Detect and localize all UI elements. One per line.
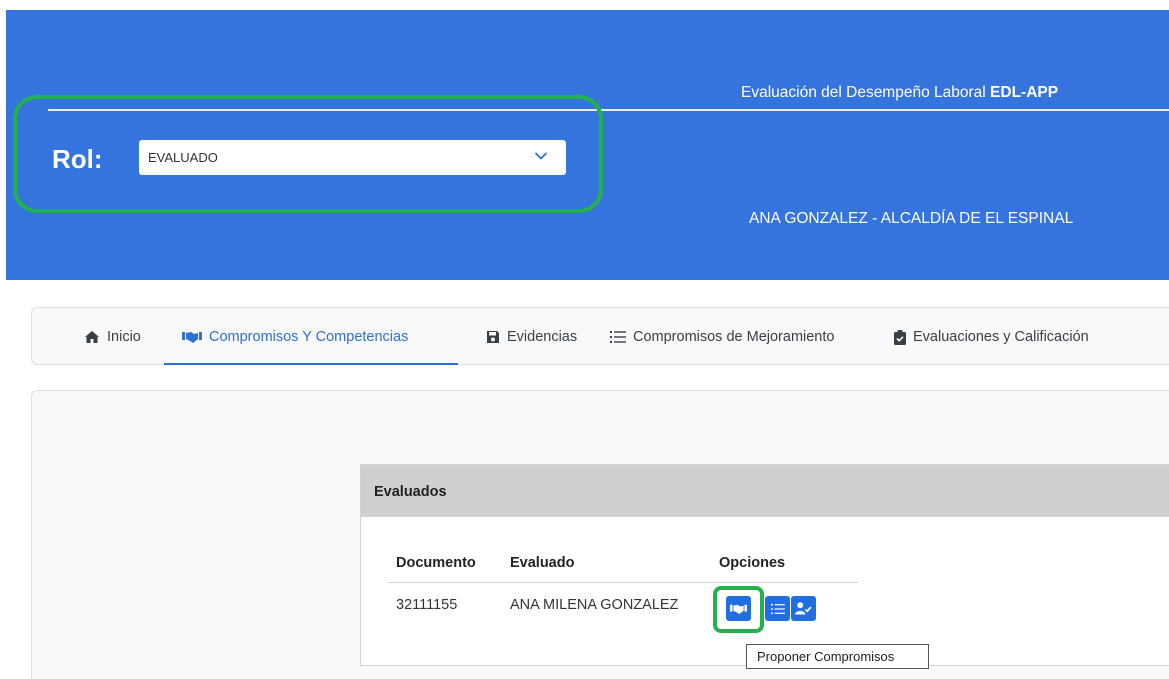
tooltip: Proponer Compromisos (746, 644, 929, 669)
clipboard-check-icon (894, 329, 906, 345)
tab-evaluaciones-label: Evaluaciones y Calificación (913, 329, 1089, 345)
handshake-icon (182, 332, 202, 343)
card-header: Evaluados (361, 465, 1169, 517)
tab-inicio[interactable]: Inicio (84, 308, 141, 366)
user-check-icon (795, 602, 812, 615)
tab-compromisos-mejoramiento-label: Compromisos de Mejoramiento (633, 329, 835, 345)
button-highlight-box (713, 586, 764, 633)
column-header-opciones: Opciones (719, 555, 786, 571)
active-tab-indicator (164, 363, 458, 365)
column-header-documento: Documento (396, 555, 476, 571)
user-check-button[interactable] (791, 596, 816, 621)
list-icon (770, 603, 785, 614)
tab-compromisos-competencias[interactable]: Compromisos Y Competencias (182, 308, 408, 366)
tab-evidencias-label: Evidencias (507, 329, 578, 345)
tab-evaluaciones[interactable]: Evaluaciones y Calificación (894, 308, 1089, 366)
table-header-divider (387, 582, 858, 583)
save-icon (487, 331, 499, 343)
card-title: Evaluados (374, 484, 447, 500)
tab-compromisos-competencias-label: Compromisos Y Competencias (209, 329, 409, 345)
cell-documento: 32111155 (396, 597, 458, 613)
app-title: Evaluación del Desempeño Laboral EDL-APP (741, 84, 1058, 102)
home-icon (85, 331, 99, 343)
app-title-text: Evaluación del Desempeño Laboral (741, 84, 986, 101)
app-title-brand: EDL-APP (990, 84, 1059, 101)
tab-inicio-label: Inicio (107, 329, 141, 345)
tab-compromisos-mejoramiento[interactable]: Compromisos de Mejoramiento (610, 308, 834, 366)
nav-tabs: Inicio Compromisos Y Competencias Eviden… (31, 307, 1169, 365)
list-icon (610, 331, 626, 343)
user-info: ANA GONZALEZ - ALCALDÍA DE EL ESPINAL (749, 210, 1074, 227)
list-button[interactable] (765, 596, 790, 621)
tab-evidencias[interactable]: Evidencias (486, 308, 577, 366)
cell-evaluado: ANA MILENA GONZALEZ (510, 597, 679, 613)
rol-highlight-box (13, 95, 603, 213)
column-header-evaluado: Evaluado (510, 555, 575, 571)
